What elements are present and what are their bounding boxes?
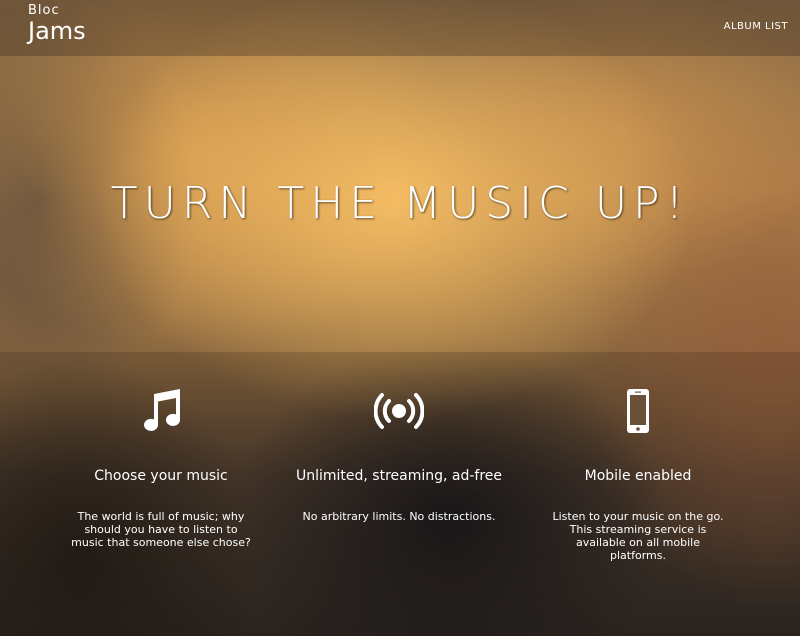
broadcast-icon bbox=[374, 393, 424, 429]
selling-point-description: The world is full of music; why should y… bbox=[71, 510, 251, 549]
bloc-jams-logo[interactable]: Bloc Jams bbox=[28, 4, 86, 43]
album-list-link[interactable]: ALBUM LIST bbox=[724, 21, 788, 32]
selling-points-section: Choose your music The world is full of m… bbox=[0, 352, 800, 636]
music-note-icon bbox=[144, 389, 180, 431]
navbar: Bloc Jams ALBUM LIST bbox=[0, 0, 800, 56]
hero-title: TURN THE MUSIC UP! bbox=[110, 178, 690, 229]
selling-point-title: Mobile enabled bbox=[584, 468, 692, 484]
selling-point-description: No arbitrary limits. No distractions. bbox=[302, 510, 496, 523]
selling-point-description: Listen to your music on the go. This str… bbox=[552, 510, 724, 562]
selling-point-title: Choose your music bbox=[94, 468, 228, 484]
logo-top-text: Bloc bbox=[28, 3, 60, 18]
logo-bottom-text: Jams bbox=[28, 17, 86, 45]
selling-point-title: Unlimited, streaming, ad-free bbox=[295, 468, 503, 484]
mobile-phone-icon bbox=[627, 389, 649, 433]
